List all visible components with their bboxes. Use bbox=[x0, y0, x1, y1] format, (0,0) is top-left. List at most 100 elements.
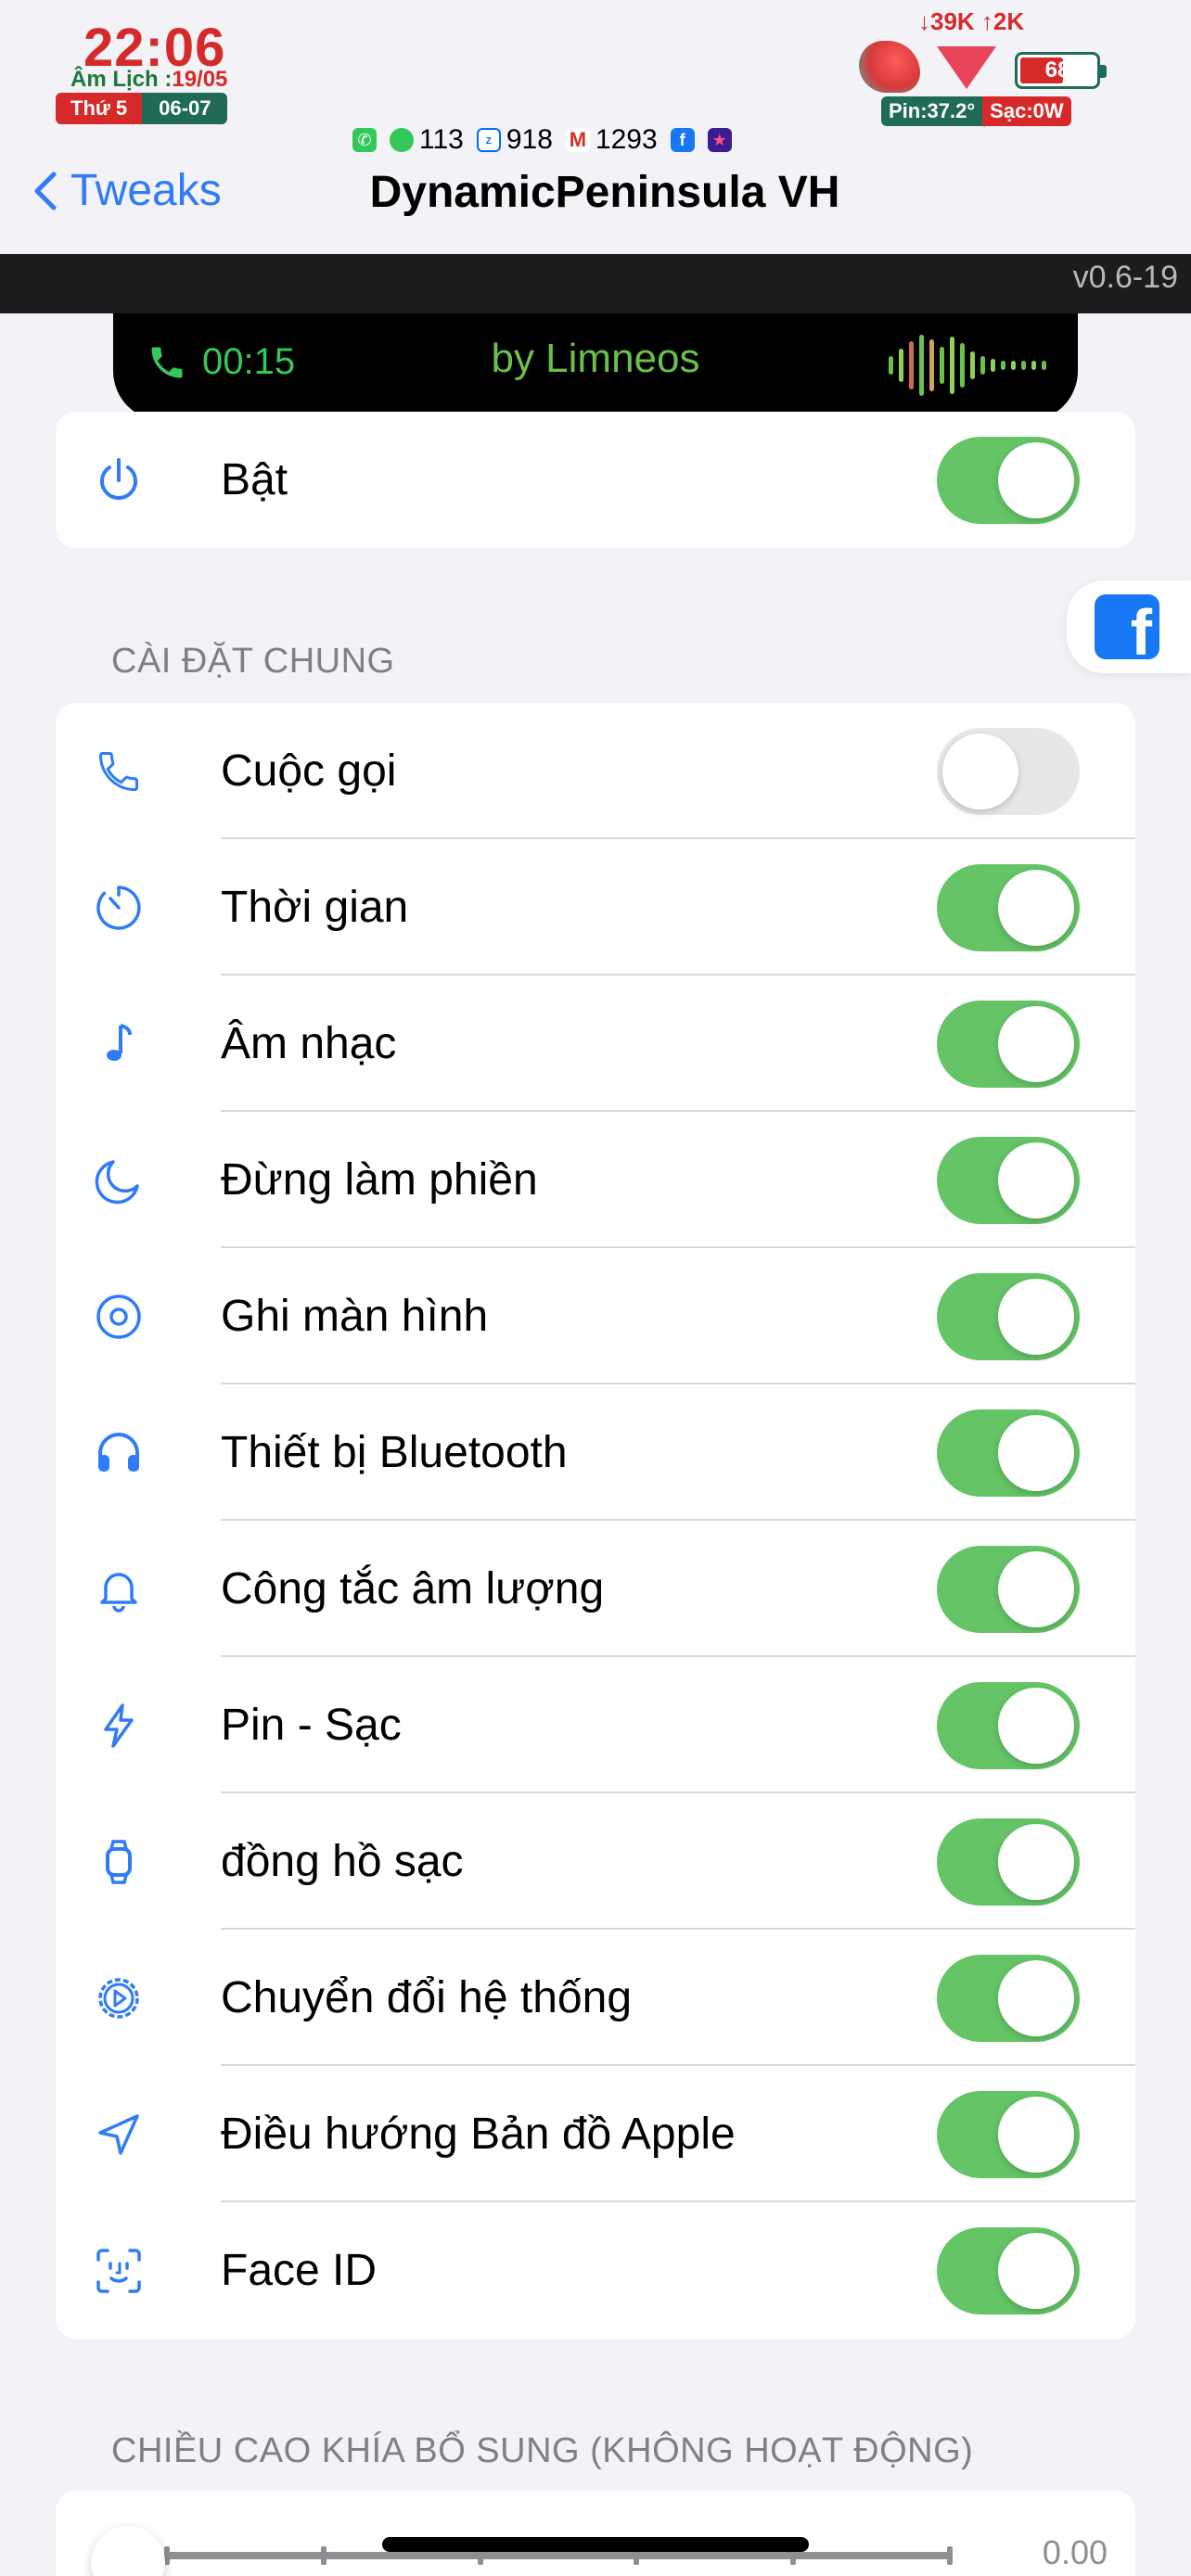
moon-icon bbox=[91, 1153, 147, 1208]
waveform-bar bbox=[980, 356, 985, 375]
setting-row: Điều hướng Bản đồ Apple bbox=[56, 2066, 1135, 2202]
waveform-bar bbox=[1042, 361, 1046, 370]
general-section-header: CÀI ĐẶT CHUNG bbox=[111, 642, 395, 681]
version-band: v0.6-19 bbox=[0, 254, 1191, 313]
toggle-knob bbox=[998, 1005, 1074, 1082]
facebook-icon: f bbox=[1095, 594, 1159, 665]
enable-group: Bật bbox=[56, 412, 1135, 548]
music-note-icon bbox=[91, 1016, 147, 1072]
waveform-bar bbox=[970, 351, 975, 379]
setting-row: Cuộc gọi bbox=[56, 703, 1135, 839]
waveform-bar bbox=[1011, 361, 1016, 370]
setting-toggle[interactable] bbox=[937, 1136, 1080, 1224]
setting-toggle[interactable] bbox=[937, 2090, 1080, 2178]
enable-toggle[interactable] bbox=[937, 436, 1080, 524]
record-icon bbox=[91, 1289, 147, 1345]
waveform-bar bbox=[919, 335, 924, 396]
slider-knob[interactable] bbox=[91, 2526, 165, 2576]
setting-row: Ghi màn hình bbox=[56, 1248, 1135, 1384]
setting-row: đồng hồ sạc bbox=[56, 1793, 1135, 1930]
facebook-float-button[interactable]: f bbox=[1067, 580, 1191, 673]
toggle-knob bbox=[998, 1959, 1074, 2036]
waveform-bar bbox=[909, 341, 914, 389]
navigation-bar: Tweaks DynamicPeninsula VH bbox=[0, 148, 1191, 241]
home-indicator bbox=[382, 2537, 809, 2552]
setting-label: Đừng làm phiền bbox=[221, 1155, 538, 1205]
timer-icon bbox=[91, 880, 147, 936]
toggle-knob bbox=[998, 1687, 1074, 1764]
headphones-icon bbox=[91, 1425, 147, 1481]
height-section-header: CHIỀU CAO KHÍA BỔ SUNG (KHÔNG HOẠT ĐỘNG) bbox=[111, 2431, 974, 2470]
setting-label: Chuyển đổi hệ thống bbox=[221, 1973, 633, 2022]
setting-row: Thiết bị Bluetooth bbox=[56, 1384, 1135, 1521]
version-label: v0.6-19 bbox=[1072, 260, 1178, 295]
date-badge: Thứ 5 06-07 bbox=[56, 93, 228, 124]
enable-label: Bật bbox=[221, 455, 288, 504]
battery-level: 68 bbox=[1044, 57, 1070, 83]
setting-label: Pin - Sạc bbox=[221, 1701, 402, 1750]
height-slider-group: 0.00 bbox=[56, 2491, 1135, 2576]
bell-icon bbox=[91, 1562, 147, 1617]
setting-row: Pin - Sạc bbox=[56, 1657, 1135, 1793]
bolt-icon bbox=[91, 1698, 147, 1753]
battery-icon: 68 bbox=[1015, 52, 1107, 89]
waveform-bar bbox=[929, 339, 934, 391]
power-icon bbox=[91, 453, 147, 508]
setting-toggle[interactable] bbox=[937, 1681, 1080, 1769]
setting-label: Công tắc âm lượng bbox=[221, 1564, 605, 1613]
waveform-bar bbox=[1001, 361, 1005, 370]
setting-toggle[interactable] bbox=[937, 1000, 1080, 1088]
waveform-icon bbox=[889, 328, 1046, 402]
island-preview: 00:15 by Limneos bbox=[113, 313, 1078, 421]
toggle-knob bbox=[998, 1414, 1074, 1491]
battery-info-badge: Pin:37.2° Sạc:0W bbox=[881, 96, 1071, 126]
lunar-value: 19/05 bbox=[172, 67, 228, 92]
slider-tick bbox=[947, 2546, 953, 2565]
charging-watts: Sạc:0W bbox=[982, 96, 1071, 126]
date: 06-07 bbox=[142, 93, 228, 124]
setting-label: Thiết bị Bluetooth bbox=[221, 1428, 568, 1477]
slider-track[interactable] bbox=[164, 2546, 953, 2565]
wifi-triangle-icon bbox=[937, 46, 996, 89]
watch-icon bbox=[91, 1834, 147, 1890]
lunar-prefix: Âm Lịch : bbox=[70, 67, 173, 92]
setting-toggle[interactable] bbox=[937, 863, 1080, 951]
cellular-blob-icon bbox=[859, 41, 920, 93]
waveform-bar bbox=[1021, 361, 1026, 370]
waveform-bar bbox=[940, 347, 944, 384]
toggle-knob bbox=[998, 1823, 1074, 1900]
waveform-bar bbox=[950, 337, 954, 394]
battery-temp: Pin:37.2° bbox=[881, 96, 983, 126]
waveform-bar bbox=[1031, 361, 1036, 370]
setting-toggle[interactable] bbox=[937, 2226, 1080, 2315]
enable-row: Bật bbox=[56, 412, 1135, 548]
setting-toggle[interactable] bbox=[937, 1272, 1080, 1360]
setting-row: Thời gian bbox=[56, 839, 1135, 976]
waveform-bar bbox=[889, 356, 893, 375]
setting-toggle[interactable] bbox=[937, 1954, 1080, 2042]
toggle-knob bbox=[998, 2096, 1074, 2173]
slider-value: 0.00 bbox=[1042, 2533, 1108, 2571]
slider-tick bbox=[320, 2546, 327, 2565]
weekday: Thứ 5 bbox=[56, 93, 143, 124]
setting-label: Cuộc gọi bbox=[221, 746, 397, 796]
setting-toggle[interactable] bbox=[937, 1409, 1080, 1497]
setting-toggle[interactable] bbox=[937, 727, 1080, 815]
setting-label: Thời gian bbox=[221, 883, 409, 932]
toggle-knob bbox=[998, 1141, 1074, 1218]
lunar-date: Âm Lịch :19/05 bbox=[70, 67, 227, 93]
toggle-knob bbox=[998, 1550, 1074, 1627]
setting-row: Chuyển đổi hệ thống bbox=[56, 1930, 1135, 2066]
setting-row: Đừng làm phiền bbox=[56, 1112, 1135, 1248]
toggle-knob bbox=[998, 2232, 1074, 2309]
face-id-icon bbox=[91, 2243, 147, 2299]
setting-row: Công tắc âm lượng bbox=[56, 1521, 1135, 1657]
setting-toggle[interactable] bbox=[937, 1817, 1080, 1906]
toggle-knob bbox=[998, 441, 1074, 518]
waveform-bar bbox=[991, 359, 995, 372]
phone-icon bbox=[91, 744, 147, 799]
waveform-bar bbox=[899, 349, 903, 382]
setting-toggle[interactable] bbox=[937, 1545, 1080, 1633]
status-bar: 22:06 Âm Lịch :19/05 Thứ 5 06-07 ↓39K ↑2… bbox=[0, 0, 1191, 155]
net-speed: ↓39K ↑2K bbox=[918, 7, 1025, 35]
